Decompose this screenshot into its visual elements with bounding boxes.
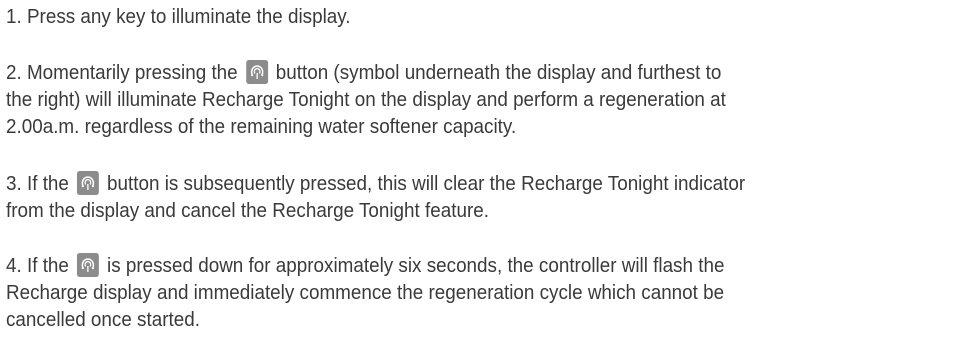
step-4-line-2: Recharge display and immediately commenc… [6,281,725,304]
step-2-line-2: the right) will illuminate Recharge Toni… [6,88,726,111]
regeneration-button-icon [76,171,100,195]
step-2-text-before-icon: 2. Momentarily pressing the [6,61,238,84]
step-3-line-1: 3. If the button is subsequently pressed… [6,170,745,197]
step-2-paragraph: 2. Momentarily pressing the button (symb… [6,59,726,140]
step-2-text-after-icon: button (symbol underneath the display an… [275,61,722,84]
step-1-paragraph: 1. Press any key to illuminate the displ… [6,3,351,30]
regeneration-button-icon [245,60,268,84]
step-3-text-after-icon: button is subsequently pressed, this wil… [107,172,746,195]
step-3-paragraph: 3. If the button is subsequently pressed… [6,170,745,224]
step-4-text-after-icon: is pressed down for approximately six se… [107,254,725,277]
step-2-line-3: 2.00a.m. regardless of the remaining wat… [6,115,517,138]
step-4-paragraph: 4. If the is pressed down for approximat… [6,252,724,333]
step-1-line-1: 1. Press any key to illuminate the displ… [6,5,351,28]
step-3-line-2: from the display and cancel the Recharge… [6,199,489,222]
step-4-line-1: 4. If the is pressed down for approximat… [6,252,724,279]
step-2-line-1: 2. Momentarily pressing the button (symb… [6,59,726,86]
step-3-text-before-icon: 3. If the [6,172,69,195]
step-4-line-3: cancelled once started. [6,308,200,331]
regeneration-button-icon [76,253,100,277]
step-4-text-before-icon: 4. If the [6,254,69,277]
